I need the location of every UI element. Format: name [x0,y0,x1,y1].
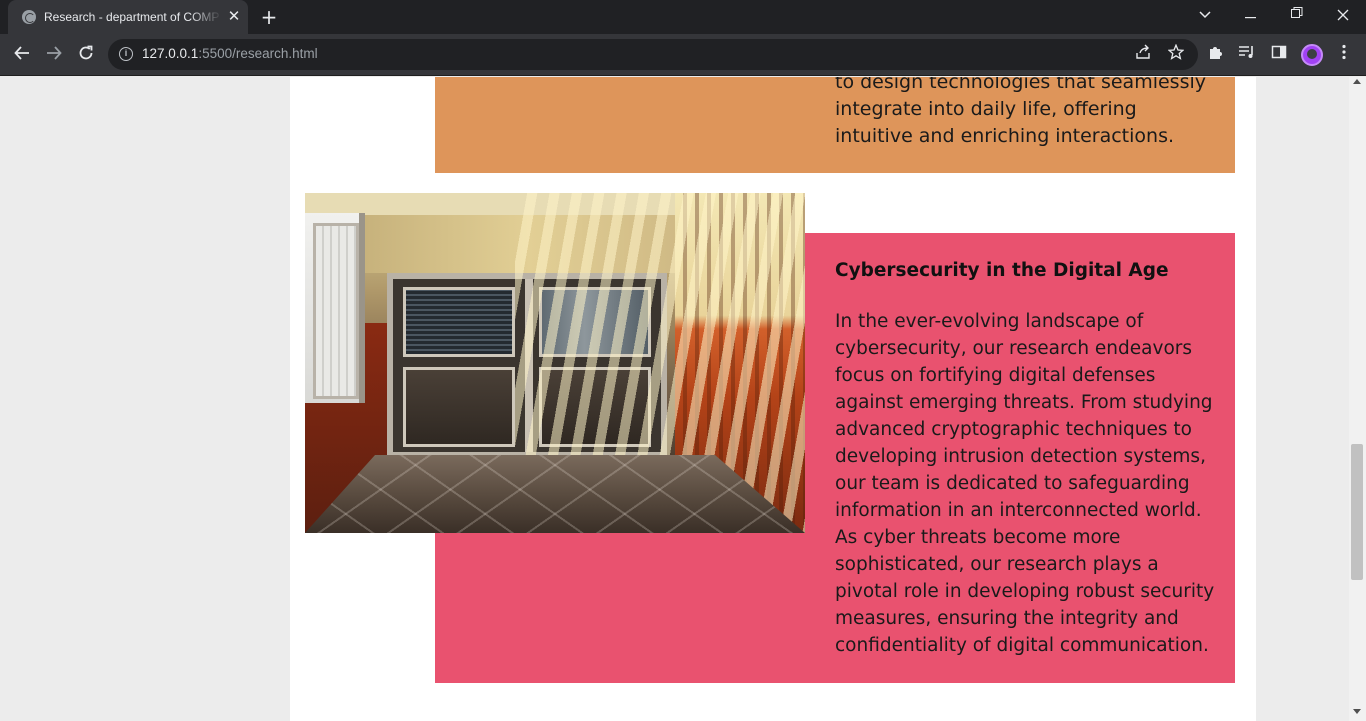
browser-toolbar: i 127.0.0.1:5500/research.html [0,34,1366,76]
research-card-text: In the ever-evolving landscape of cybers… [835,311,1215,656]
reload-button[interactable] [72,41,100,69]
media-control-icon[interactable] [1236,44,1258,66]
arrow-left-icon [14,46,29,60]
close-tab-icon[interactable]: ✕ [226,8,242,24]
back-button[interactable] [8,41,36,69]
scrollbar-thumb[interactable] [1351,444,1363,580]
scroll-down-icon[interactable] [1353,709,1361,714]
info-icon[interactable]: i [119,47,133,61]
arrow-right-icon [47,46,62,60]
url-host: 127.0.0.1 [142,46,199,61]
vertical-scrollbar[interactable] [1349,77,1366,721]
research-card-text: to design technologies that seamlessly i… [835,77,1207,147]
research-card-previous: to design technologies that seamlessly i… [435,77,1235,173]
share-icon[interactable] [1132,44,1154,66]
address-bar[interactable]: i 127.0.0.1:5500/research.html [108,39,1198,70]
url-path: :5500/research.html [198,46,318,61]
new-tab-button[interactable]: + [258,6,280,28]
tab-search-icon[interactable] [1182,0,1228,34]
side-panel-icon[interactable] [1268,44,1290,66]
browser-tab[interactable]: Research - department of COMP ✕ [8,0,248,34]
window-image [305,213,365,403]
research-page: to design technologies that seamlessly i… [290,77,1256,721]
scroll-up-icon[interactable] [1353,79,1361,84]
forward-button[interactable] [40,41,68,69]
kebab-menu-icon[interactable] [1333,44,1355,66]
avatar[interactable] [1301,44,1323,66]
research-card-title: Cybersecurity in the Digital Age [835,260,1169,281]
puzzle-icon[interactable] [1205,44,1227,66]
corridor-photo [305,193,805,533]
star-icon[interactable] [1165,43,1187,66]
restore-button[interactable] [1274,0,1320,34]
url-text[interactable]: 127.0.0.1:5500/research.html [142,46,318,61]
close-window-button[interactable] [1320,0,1366,34]
minimize-button[interactable] [1228,0,1274,34]
reload-icon [79,45,93,60]
page-viewport: to design technologies that seamlessly i… [0,77,1366,721]
tab-title: Research - department of COMP [44,10,220,24]
tab-strip: Research - department of COMP ✕ + [0,0,1366,34]
globe-icon [22,10,36,24]
